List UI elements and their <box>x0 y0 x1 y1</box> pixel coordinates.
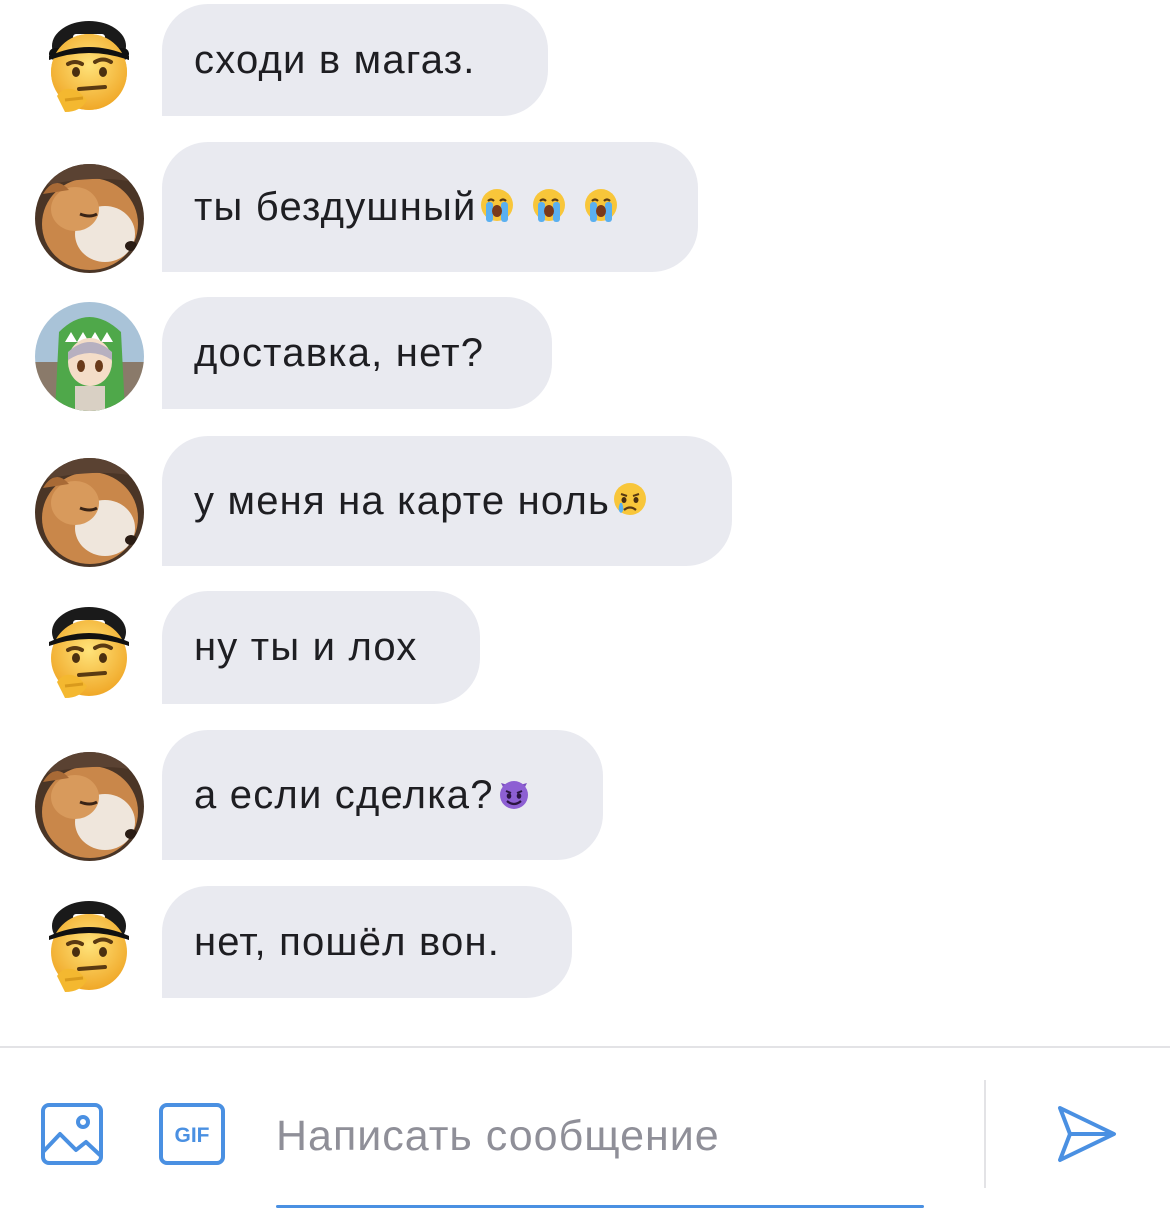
send-button[interactable] <box>1050 1098 1122 1170</box>
image-icon <box>41 1103 103 1165</box>
loudly-crying-face-icon <box>531 187 567 223</box>
shiba-dog-avatar[interactable] <box>35 752 144 861</box>
message-text: а если сделка? <box>194 772 494 817</box>
chat-screen: сходи в магаз. ты бездушный доставка, не… <box>0 0 1170 1222</box>
gif-icon: GIF <box>159 1103 225 1165</box>
message-text: доставка, нет? <box>194 330 485 375</box>
anime-green-hood-avatar[interactable] <box>35 302 144 411</box>
message-bubble[interactable]: нет, пошёл вон. <box>162 886 572 998</box>
composer-separator <box>984 1080 986 1188</box>
message-bubble[interactable]: ты бездушный <box>162 142 698 272</box>
thinking-cap-emoji-avatar[interactable] <box>35 892 144 1001</box>
thinking-cap-emoji-avatar[interactable] <box>35 12 144 121</box>
message-bubble[interactable]: сходи в магаз. <box>162 4 548 116</box>
input-focus-underline <box>276 1205 924 1208</box>
message-text: ты бездушный <box>194 184 477 229</box>
crying-face-icon <box>612 481 648 517</box>
message-list[interactable]: сходи в магаз. ты бездушный доставка, не… <box>0 0 1170 1046</box>
thinking-cap-emoji-avatar[interactable] <box>35 598 144 707</box>
loudly-crying-face-icon <box>479 187 515 223</box>
shiba-dog-avatar[interactable] <box>35 164 144 273</box>
message-bubble[interactable]: а если сделка? <box>162 730 603 860</box>
message-bubble[interactable]: у меня на карте ноль <box>162 436 732 566</box>
message-text: сходи в магаз. <box>194 37 476 82</box>
message-bubble[interactable]: доставка, нет? <box>162 297 552 409</box>
message-composer: GIF <box>0 1048 1170 1222</box>
message-text: нет, пошёл вон. <box>194 919 501 964</box>
smiling-face-with-horns-icon <box>496 775 532 811</box>
message-input[interactable] <box>276 1096 924 1176</box>
attach-photo-button[interactable] <box>40 1102 104 1166</box>
message-text: ну ты и лох <box>194 625 418 669</box>
loudly-crying-face-icon <box>583 187 619 223</box>
send-icon <box>1058 1106 1116 1162</box>
gif-button[interactable]: GIF <box>158 1102 226 1166</box>
gif-label: GIF <box>175 1124 210 1147</box>
message-text: у меня на карте ноль <box>194 478 611 523</box>
shiba-dog-avatar[interactable] <box>35 458 144 567</box>
message-bubble[interactable]: ну ты и лох <box>162 591 480 704</box>
